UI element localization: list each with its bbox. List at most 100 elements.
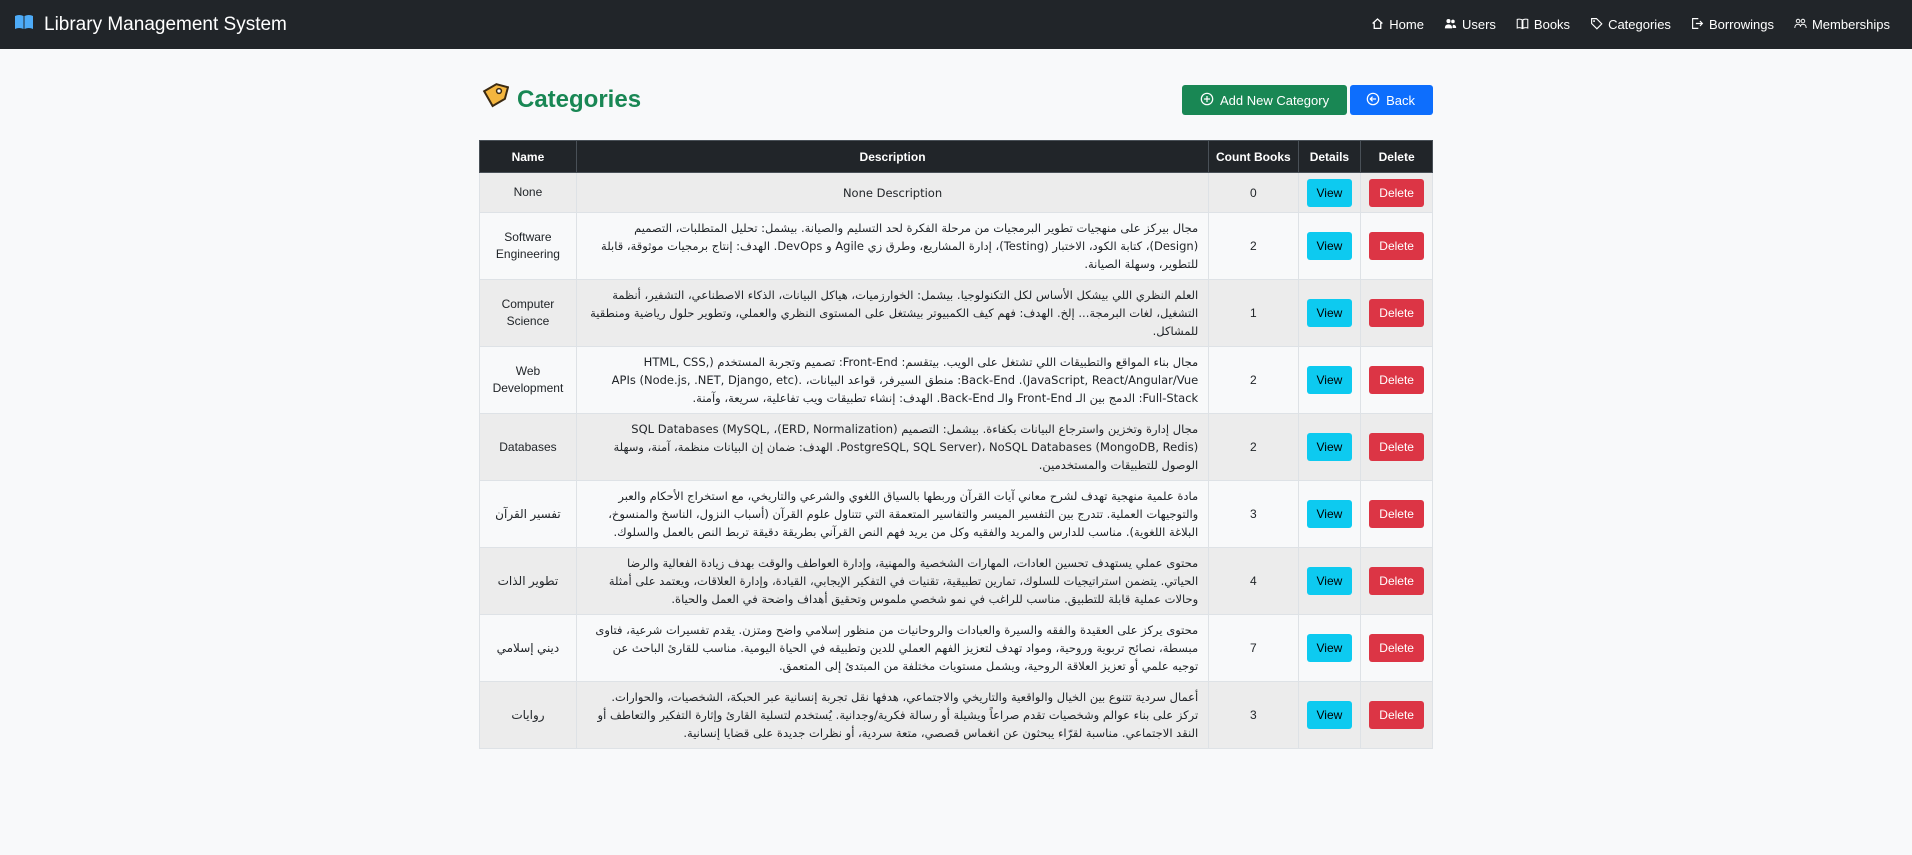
table-row: Computer Science العلم النظري اللي بيشكل … — [479, 279, 1433, 347]
nav-users[interactable]: Users — [1444, 17, 1496, 33]
details-cell: View — [1297, 172, 1362, 213]
category-name: ديني إسلامي — [479, 614, 577, 682]
details-cell: View — [1297, 681, 1362, 749]
nav-borrowings-label: Borrowings — [1708, 17, 1774, 32]
delete-cell: Delete — [1360, 480, 1433, 548]
delete-cell: Delete — [1360, 172, 1433, 213]
header-actions: Add New Category Back — [1181, 85, 1433, 115]
nav-users-label: Users — [1461, 17, 1496, 32]
plus-circle-icon — [1200, 92, 1214, 109]
category-description: None Description — [575, 172, 1210, 213]
details-cell: View — [1297, 279, 1362, 347]
table-row: Software Engineering مجال بيركز على منهجي… — [479, 212, 1433, 280]
details-cell: View — [1297, 212, 1362, 280]
delete-button[interactable]: Delete — [1369, 178, 1424, 207]
details-cell: View — [1297, 413, 1362, 481]
nav-home[interactable]: Home — [1371, 17, 1424, 33]
header-details: Details — [1297, 140, 1362, 173]
tag-icon — [1590, 17, 1603, 33]
count-books: 0 — [1208, 172, 1299, 213]
book-icon — [1516, 17, 1529, 33]
main-content: Categories Add New Category Back Name De… — [479, 49, 1433, 749]
nav-memberships[interactable]: Memberships — [1794, 17, 1890, 33]
details-cell: View — [1297, 346, 1362, 414]
category-name: روايات — [479, 681, 577, 749]
view-button[interactable]: View — [1306, 299, 1353, 327]
table-row: Databases مجال إدارة وتخزين واسترجاع البي… — [479, 413, 1433, 481]
delete-cell: Delete — [1360, 547, 1433, 615]
count-books: 4 — [1208, 547, 1299, 615]
brand[interactable]: Library Management System — [14, 14, 287, 36]
delete-button[interactable]: Delete — [1369, 567, 1424, 595]
category-name: None — [479, 172, 577, 213]
count-books: 2 — [1208, 413, 1299, 481]
add-category-button[interactable]: Add New Category — [1181, 85, 1348, 115]
arrow-out-icon — [1691, 17, 1704, 33]
nav-memberships-label: Memberships — [1811, 17, 1890, 32]
count-books: 3 — [1208, 681, 1299, 749]
header-delete: Delete — [1360, 140, 1433, 173]
arrow-left-circle-icon — [1366, 92, 1380, 109]
view-button[interactable]: View — [1306, 433, 1353, 461]
category-description: العلم النظري اللي بيشكل الأساس لكل التكن… — [575, 279, 1210, 347]
book-open-icon — [14, 14, 34, 36]
nav-books[interactable]: Books — [1516, 17, 1570, 33]
view-button[interactable]: View — [1306, 634, 1353, 662]
details-cell: View — [1297, 614, 1362, 682]
category-description: مجال بيركز على منهجيات تطوير البرمجيات م… — [575, 212, 1210, 280]
delete-cell: Delete — [1360, 279, 1433, 347]
add-category-label: Add New Category — [1219, 92, 1330, 108]
table-row: Web Development مجال بناء المواقع والتطبي… — [479, 346, 1433, 414]
delete-cell: Delete — [1360, 681, 1433, 749]
delete-button[interactable]: Delete — [1369, 299, 1424, 327]
delete-cell: Delete — [1360, 212, 1433, 280]
tag-icon — [479, 82, 510, 119]
back-label: Back — [1386, 92, 1415, 108]
count-books: 7 — [1208, 614, 1299, 682]
view-button[interactable]: View — [1306, 567, 1353, 595]
category-name: Computer Science — [479, 279, 577, 347]
category-name: تطوير الذات — [479, 547, 577, 615]
view-button[interactable]: View — [1306, 366, 1353, 394]
category-name: Web Development — [479, 346, 577, 414]
header-description: Description — [575, 140, 1210, 173]
view-button[interactable]: View — [1306, 232, 1353, 260]
view-button[interactable]: View — [1306, 178, 1353, 207]
table-row: تفسير القرآن مادة علمية منهجية تهدف لشرح … — [479, 480, 1433, 548]
header-count-books: Count Books — [1208, 140, 1299, 173]
view-button[interactable]: View — [1306, 701, 1353, 729]
nav-categories-label: Categories — [1608, 17, 1671, 32]
category-description: محتوى عملي يستهدف تحسين العادات، المهارا… — [575, 547, 1210, 615]
brand-title: Library Management System — [44, 13, 287, 35]
categories-table: Name Description Count Books Details Del… — [479, 140, 1433, 749]
delete-button[interactable]: Delete — [1369, 500, 1424, 528]
back-button[interactable]: Back — [1350, 85, 1433, 115]
delete-button[interactable]: Delete — [1369, 232, 1424, 260]
category-description: مجال بناء المواقع والتطبيقات اللي تشتغل … — [575, 346, 1210, 414]
table-row: تطوير الذات محتوى عملي يستهدف تحسين العاد… — [479, 547, 1433, 615]
view-button[interactable]: View — [1306, 500, 1353, 528]
delete-cell: Delete — [1360, 346, 1433, 414]
category-name: Databases — [479, 413, 577, 481]
table-row: روايات أعمال سردية تتنوع بين الخيال والوا… — [479, 681, 1433, 749]
category-description: مجال إدارة وتخزين واسترجاع البيانات بكفا… — [575, 413, 1210, 481]
nav-home-label: Home — [1389, 17, 1424, 32]
category-name: تفسير القرآن — [479, 480, 577, 548]
delete-button[interactable]: Delete — [1369, 433, 1424, 461]
nav-categories[interactable]: Categories — [1590, 17, 1671, 33]
header-name: Name — [479, 140, 577, 173]
delete-button[interactable]: Delete — [1369, 634, 1424, 662]
delete-button[interactable]: Delete — [1369, 366, 1424, 394]
nav-borrowings[interactable]: Borrowings — [1691, 17, 1774, 33]
category-description: مادة علمية منهجية تهدف لشرح معاني آيات ا… — [575, 480, 1210, 548]
count-books: 1 — [1208, 279, 1299, 347]
category-description: أعمال سردية تتنوع بين الخيال والواقعية و… — [575, 681, 1210, 749]
users-icon — [1444, 17, 1457, 33]
details-cell: View — [1297, 547, 1362, 615]
delete-cell: Delete — [1360, 614, 1433, 682]
details-cell: View — [1297, 480, 1362, 548]
delete-button[interactable]: Delete — [1369, 701, 1424, 729]
table-head: Name Description Count Books Details Del… — [479, 140, 1433, 173]
count-books: 2 — [1208, 346, 1299, 414]
people-icon — [1794, 17, 1807, 33]
